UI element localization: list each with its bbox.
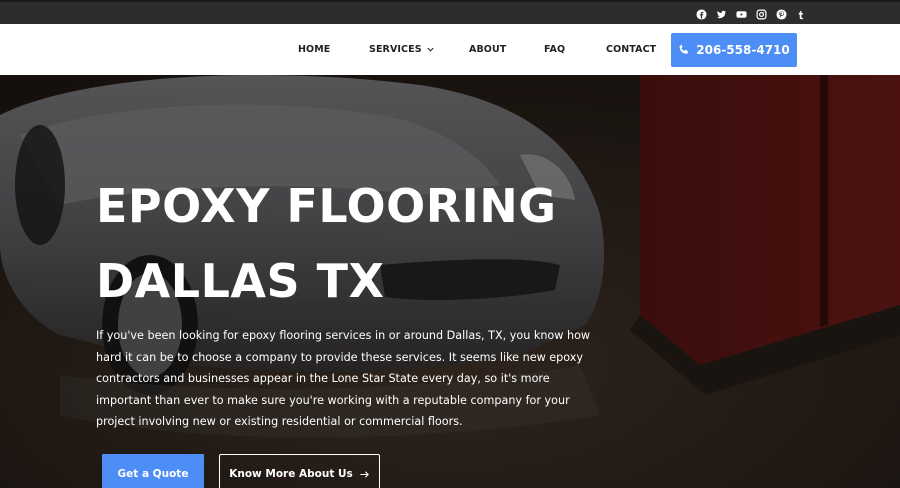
know-more-button[interactable]: Know More About Us xyxy=(219,454,380,488)
arrow-right-icon xyxy=(359,469,370,480)
facebook-icon[interactable] xyxy=(696,9,707,20)
phone-icon xyxy=(678,44,690,56)
instagram-icon[interactable] xyxy=(756,9,767,20)
twitter-icon[interactable] xyxy=(716,9,727,20)
hero-section: EPOXY FLOORING DALLAS TX If you've been … xyxy=(0,75,900,488)
nav-services-label: SERVICES xyxy=(369,44,422,55)
nav-faq[interactable]: FAQ xyxy=(544,44,565,55)
main-navigation: HOME SERVICES ABOUT FAQ CONTACT 206-558-… xyxy=(0,24,900,75)
pinterest-icon[interactable] xyxy=(776,9,787,20)
social-links xyxy=(696,9,807,20)
youtube-icon[interactable] xyxy=(736,9,747,20)
chevron-down-icon xyxy=(426,45,435,54)
nav-about[interactable]: ABOUT xyxy=(469,44,506,55)
nav-home[interactable]: HOME xyxy=(298,44,330,55)
tumblr-icon[interactable] xyxy=(796,9,807,20)
get-quote-button[interactable]: Get a Quote xyxy=(102,454,204,488)
phone-number: 206-558-4710 xyxy=(696,43,790,57)
nav-services[interactable]: SERVICES xyxy=(369,44,435,55)
know-more-label: Know More About Us xyxy=(229,468,353,480)
phone-button[interactable]: 206-558-4710 xyxy=(671,33,797,67)
hero-title-line-2: DALLAS TX xyxy=(96,254,385,308)
top-social-bar xyxy=(0,0,900,24)
hero-description: If you've been looking for epoxy floorin… xyxy=(96,329,591,428)
hero-title: EPOXY FLOORING DALLAS TX xyxy=(96,169,656,319)
hero-title-line-1: EPOXY FLOORING xyxy=(96,179,557,233)
nav-contact[interactable]: CONTACT xyxy=(606,44,656,55)
